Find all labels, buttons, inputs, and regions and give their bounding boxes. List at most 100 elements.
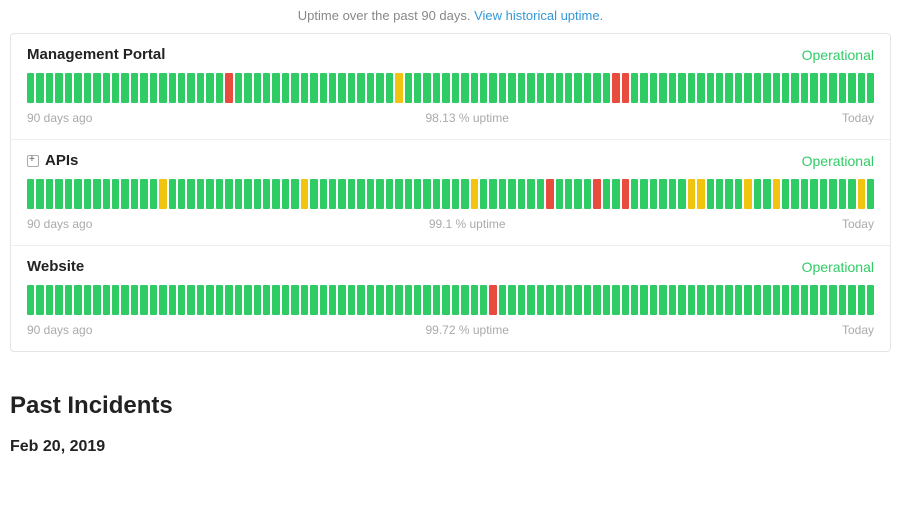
uptime-day-bar[interactable]: [593, 179, 600, 209]
uptime-day-bar[interactable]: [131, 73, 138, 103]
uptime-day-bar[interactable]: [461, 285, 468, 315]
uptime-day-bar[interactable]: [622, 179, 629, 209]
uptime-day-bar[interactable]: [820, 285, 827, 315]
uptime-day-bar[interactable]: [659, 73, 666, 103]
uptime-day-bar[interactable]: [640, 179, 647, 209]
uptime-day-bar[interactable]: [150, 73, 157, 103]
uptime-day-bar[interactable]: [480, 285, 487, 315]
uptime-day-bar[interactable]: [612, 285, 619, 315]
uptime-day-bar[interactable]: [763, 285, 770, 315]
uptime-day-bar[interactable]: [791, 179, 798, 209]
uptime-day-bar[interactable]: [140, 73, 147, 103]
uptime-day-bar[interactable]: [178, 285, 185, 315]
uptime-day-bar[interactable]: [46, 179, 53, 209]
uptime-day-bar[interactable]: [395, 73, 402, 103]
uptime-day-bar[interactable]: [187, 179, 194, 209]
uptime-day-bar[interactable]: [678, 73, 685, 103]
uptime-day-bar[interactable]: [121, 73, 128, 103]
uptime-day-bar[interactable]: [405, 179, 412, 209]
uptime-day-bar[interactable]: [320, 73, 327, 103]
uptime-day-bar[interactable]: [348, 179, 355, 209]
uptime-day-bar[interactable]: [499, 285, 506, 315]
uptime-day-bar[interactable]: [423, 73, 430, 103]
uptime-day-bar[interactable]: [301, 73, 308, 103]
uptime-day-bar[interactable]: [650, 73, 657, 103]
uptime-day-bar[interactable]: [773, 179, 780, 209]
uptime-day-bar[interactable]: [310, 285, 317, 315]
uptime-day-bar[interactable]: [810, 285, 817, 315]
uptime-day-bar[interactable]: [112, 179, 119, 209]
uptime-day-bar[interactable]: [829, 179, 836, 209]
uptime-day-bar[interactable]: [206, 73, 213, 103]
uptime-day-bar[interactable]: [829, 73, 836, 103]
uptime-day-bar[interactable]: [537, 73, 544, 103]
uptime-day-bar[interactable]: [244, 285, 251, 315]
uptime-day-bar[interactable]: [272, 179, 279, 209]
uptime-day-bar[interactable]: [169, 179, 176, 209]
uptime-day-bar[interactable]: [27, 285, 34, 315]
uptime-day-bar[interactable]: [508, 285, 515, 315]
uptime-day-bar[interactable]: [801, 285, 808, 315]
uptime-day-bar[interactable]: [527, 73, 534, 103]
uptime-day-bar[interactable]: [55, 179, 62, 209]
uptime-day-bar[interactable]: [744, 73, 751, 103]
uptime-day-bar[interactable]: [489, 73, 496, 103]
uptime-day-bar[interactable]: [414, 73, 421, 103]
uptime-day-bar[interactable]: [574, 73, 581, 103]
uptime-day-bar[interactable]: [631, 73, 638, 103]
uptime-day-bar[interactable]: [442, 73, 449, 103]
uptime-day-bar[interactable]: [433, 73, 440, 103]
uptime-day-bar[interactable]: [178, 179, 185, 209]
uptime-day-bar[interactable]: [527, 285, 534, 315]
uptime-day-bar[interactable]: [93, 285, 100, 315]
uptime-day-bar[interactable]: [810, 179, 817, 209]
uptime-day-bar[interactable]: [103, 73, 110, 103]
uptime-day-bar[interactable]: [744, 285, 751, 315]
uptime-day-bar[interactable]: [263, 285, 270, 315]
uptime-day-bar[interactable]: [93, 179, 100, 209]
uptime-day-bar[interactable]: [858, 179, 865, 209]
uptime-day-bar[interactable]: [650, 179, 657, 209]
uptime-day-bar[interactable]: [103, 179, 110, 209]
uptime-day-bar[interactable]: [423, 285, 430, 315]
uptime-day-bar[interactable]: [565, 73, 572, 103]
uptime-day-bar[interactable]: [697, 73, 704, 103]
uptime-day-bar[interactable]: [820, 73, 827, 103]
uptime-day-bar[interactable]: [612, 73, 619, 103]
uptime-day-bar[interactable]: [603, 285, 610, 315]
uptime-day-bar[interactable]: [197, 285, 204, 315]
uptime-day-bar[interactable]: [669, 179, 676, 209]
uptime-day-bar[interactable]: [810, 73, 817, 103]
uptime-day-bar[interactable]: [235, 73, 242, 103]
uptime-day-bar[interactable]: [725, 73, 732, 103]
uptime-day-bar[interactable]: [773, 285, 780, 315]
uptime-day-bar[interactable]: [442, 179, 449, 209]
uptime-day-bar[interactable]: [697, 179, 704, 209]
historical-uptime-link[interactable]: View historical uptime.: [474, 8, 603, 23]
uptime-day-bar[interactable]: [150, 179, 157, 209]
uptime-day-bar[interactable]: [93, 73, 100, 103]
expand-icon[interactable]: [27, 155, 39, 167]
uptime-day-bar[interactable]: [848, 179, 855, 209]
uptime-day-bar[interactable]: [669, 73, 676, 103]
uptime-day-bar[interactable]: [480, 73, 487, 103]
uptime-day-bar[interactable]: [508, 73, 515, 103]
uptime-day-bar[interactable]: [405, 73, 412, 103]
uptime-day-bar[interactable]: [565, 179, 572, 209]
uptime-day-bar[interactable]: [631, 179, 638, 209]
uptime-day-bar[interactable]: [678, 285, 685, 315]
uptime-day-bar[interactable]: [791, 285, 798, 315]
uptime-day-bar[interactable]: [357, 179, 364, 209]
uptime-day-bar[interactable]: [782, 285, 789, 315]
uptime-day-bar[interactable]: [735, 285, 742, 315]
uptime-day-bar[interactable]: [225, 285, 232, 315]
uptime-day-bar[interactable]: [584, 179, 591, 209]
uptime-day-bar[interactable]: [310, 179, 317, 209]
uptime-day-bar[interactable]: [46, 73, 53, 103]
uptime-day-bar[interactable]: [36, 73, 43, 103]
uptime-day-bar[interactable]: [282, 73, 289, 103]
uptime-day-bar[interactable]: [291, 73, 298, 103]
uptime-day-bar[interactable]: [357, 285, 364, 315]
uptime-day-bar[interactable]: [716, 73, 723, 103]
uptime-day-bar[interactable]: [461, 179, 468, 209]
